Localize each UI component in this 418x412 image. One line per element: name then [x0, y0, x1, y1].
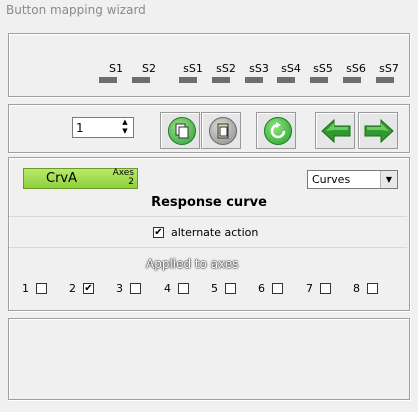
slot-label-ss6: sS6 — [346, 62, 366, 75]
divider — [9, 216, 407, 217]
slot-label-ss1: sS1 — [183, 62, 203, 75]
alternate-action-label: alternate action — [171, 226, 259, 239]
applied-axes-label: Applied to axes — [146, 257, 239, 271]
paste-icon — [209, 117, 237, 145]
slot-indicator-ss5 — [310, 77, 328, 83]
divider — [9, 247, 407, 248]
axis-1-checkbox[interactable] — [36, 283, 47, 294]
slot-label-s1: S1 — [109, 62, 123, 75]
slot-indicator-s2 — [132, 77, 150, 83]
section-heading: Response curve — [151, 195, 267, 210]
arrow-right-icon — [364, 118, 394, 144]
window-title: Button mapping wizard — [6, 3, 146, 17]
axis-1-label: 1 — [22, 282, 29, 295]
slot-label-ss3: sS3 — [249, 62, 269, 75]
axis-8-label: 8 — [353, 282, 360, 295]
axis-7-checkbox[interactable] — [320, 283, 331, 294]
spinner-arrows[interactable]: ▲ ▼ — [119, 118, 131, 137]
next-button[interactable] — [358, 112, 398, 149]
arrow-left-icon — [321, 118, 351, 144]
slot-label-ss7: sS7 — [379, 62, 399, 75]
slot-label-ss5: sS5 — [313, 62, 333, 75]
slot-indicator-ss2 — [212, 77, 230, 83]
axis-5-checkbox[interactable] — [225, 283, 236, 294]
slot-indicator-s1 — [99, 77, 117, 83]
slot-indicator-ss4 — [277, 77, 295, 83]
slot-number-spinner[interactable]: 1 ▲ ▼ — [72, 117, 134, 138]
curve-button[interactable]: CrvA Axes 2 — [23, 168, 138, 189]
slot-indicator-ss6 — [343, 77, 361, 83]
alternate-action-checkbox[interactable]: ✔ — [153, 227, 164, 238]
axis-3-checkbox[interactable] — [130, 283, 141, 294]
axis-4-checkbox[interactable] — [178, 283, 189, 294]
axis-6-checkbox[interactable] — [272, 283, 283, 294]
axis-8-checkbox[interactable] — [367, 283, 378, 294]
copy-button[interactable] — [160, 112, 200, 149]
previous-button[interactable] — [315, 112, 355, 149]
curve-axes-value: 2 — [128, 177, 134, 187]
slot-number-value[interactable]: 1 — [76, 121, 84, 135]
axis-7-label: 7 — [306, 282, 313, 295]
curve-axes-badge: Axes 2 — [113, 169, 134, 187]
reset-button[interactable] — [256, 112, 296, 149]
slots-panel: S1 S2 sS1 sS2 sS3 sS4 sS5 sS6 sS7 — [8, 33, 410, 97]
chevron-down-icon[interactable]: ▼ — [380, 171, 397, 188]
paste-button[interactable] — [201, 112, 241, 149]
slot-indicator-ss7 — [376, 77, 394, 83]
curve-type-select[interactable]: Curves ▼ — [307, 170, 398, 189]
curve-type-value[interactable]: Curves — [312, 173, 350, 186]
axis-5-label: 5 — [211, 282, 218, 295]
slot-indicator-ss3 — [245, 77, 263, 83]
slot-label-ss2: sS2 — [216, 62, 236, 75]
curve-button-label: CrvA — [46, 171, 78, 186]
spinner-down-icon[interactable]: ▼ — [119, 127, 131, 136]
axis-4-label: 4 — [164, 282, 171, 295]
bottom-panel — [8, 318, 410, 400]
slot-label-s2: S2 — [142, 62, 156, 75]
axis-6-label: 6 — [258, 282, 265, 295]
axis-2-label: 2 — [69, 282, 76, 295]
slot-label-ss4: sS4 — [281, 62, 301, 75]
refresh-icon — [264, 117, 292, 145]
copy-icon — [168, 117, 196, 145]
slot-indicator-ss1 — [179, 77, 197, 83]
axis-2-checkbox[interactable]: ✔ — [83, 283, 94, 294]
axis-3-label: 3 — [116, 282, 123, 295]
spinner-up-icon[interactable]: ▲ — [119, 118, 131, 127]
